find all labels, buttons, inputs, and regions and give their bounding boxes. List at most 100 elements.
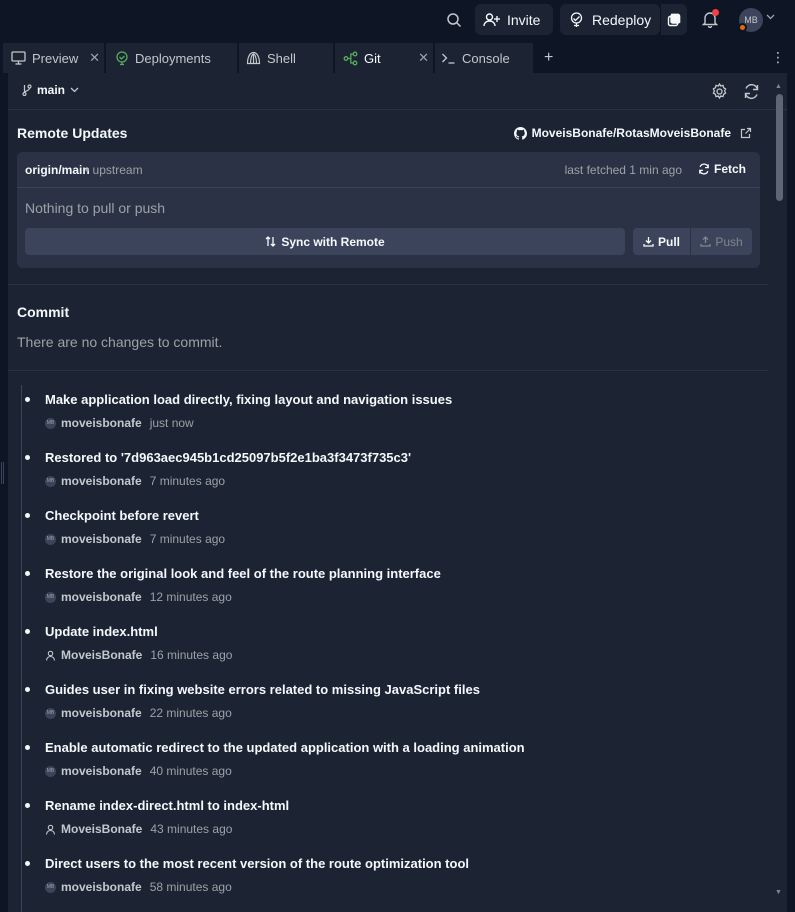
add-tab-icon[interactable]: + [544, 49, 553, 67]
commit-dot [25, 397, 30, 402]
invite-button[interactable]: Invite [475, 4, 553, 35]
git-icon [343, 51, 358, 66]
commit-item[interactable]: Update index.html MoveisBonafe 16 minutes … [8, 619, 768, 669]
commit-item[interactable]: Make application load directly, fixing l… [8, 387, 768, 437]
user-icon [45, 824, 56, 835]
commit-time: 43 minutes ago [150, 822, 233, 836]
author-avatar: MB [45, 765, 56, 777]
commit-dot [25, 745, 30, 750]
commit-time: 40 minutes ago [149, 764, 232, 778]
commit-item[interactable]: Restored to '7d963aec945b1cd25097b5f2e1b… [8, 445, 768, 495]
commit-dot [25, 861, 30, 866]
fetch-button[interactable]: Fetch [698, 162, 746, 176]
repo-name: MoveisBonafe/RotasMoveisBonafe [531, 126, 731, 140]
shell-icon [246, 51, 261, 65]
chevron-down-icon[interactable] [766, 14, 775, 20]
tab-console[interactable]: Console [435, 43, 534, 73]
redeploy-button[interactable]: Redeploy [560, 4, 660, 35]
author-avatar: MB [45, 417, 56, 429]
author-avatar: MB [45, 475, 56, 487]
commit-time: just now [149, 416, 194, 430]
commit-time: 12 minutes ago [149, 590, 232, 604]
download-icon [643, 236, 654, 247]
pull-label: Pull [657, 234, 680, 249]
tab-preview[interactable]: Preview ✕ [3, 43, 105, 73]
chevron-down-icon [70, 87, 79, 93]
commit-meta: MB moveisbonafe 40 minutes ago [45, 764, 232, 778]
sync-label: Sync with Remote [281, 234, 385, 249]
branch-name: main [37, 83, 66, 97]
close-icon[interactable]: ✕ [89, 50, 100, 66]
repo-link[interactable]: MoveisBonafe/RotasMoveisBonafe [513, 126, 752, 140]
upstream-label: • upstream [85, 163, 143, 177]
scrollbar-thumb[interactable] [776, 94, 783, 201]
refresh-icon[interactable] [743, 83, 760, 100]
commit-author: MoveisBonafe [61, 822, 143, 836]
tab-bar: Preview ✕ Deployments Shell Git ✕ Consol… [3, 43, 795, 73]
scrollbar[interactable]: ▲ ▼ [775, 83, 783, 898]
commit-item[interactable]: Guides user in fixing website errors rel… [8, 677, 768, 727]
author-avatar: MB [45, 591, 56, 603]
search-icon[interactable] [441, 7, 467, 33]
commit-item[interactable]: Direct users to the most recent version … [8, 851, 768, 901]
commit-message: Enable automatic redirect to the updated… [45, 740, 525, 755]
top-bar: Invite Redeploy MB [0, 0, 795, 40]
remote-updates-title: Remote Updates [17, 125, 128, 141]
remote-branch: origin/main [25, 163, 90, 177]
commit-time: 7 minutes ago [149, 532, 226, 546]
sync-arrows-icon [265, 236, 276, 247]
scroll-up-arrow-icon[interactable]: ▲ [775, 83, 782, 90]
refresh-icon [698, 163, 710, 175]
tab-deployments[interactable]: Deployments [106, 43, 238, 73]
commit-author: MoveisBonafe [61, 648, 143, 662]
deploy-icon [115, 50, 129, 66]
commit-meta: MB moveisbonafe 7 minutes ago [45, 474, 225, 488]
monitor-icon [11, 51, 26, 65]
notifications-button[interactable] [698, 7, 722, 31]
tab-shell[interactable]: Shell [239, 43, 334, 73]
deploy-icon [569, 11, 584, 28]
sync-with-remote-button[interactable]: Sync with Remote [25, 228, 625, 255]
commit-author: moveisbonafe [61, 880, 142, 894]
resize-handle[interactable] [1, 462, 4, 484]
commit-title: Commit [17, 304, 70, 320]
commit-message: Restored to '7d963aec945b1cd25097b5f2e1b… [45, 450, 412, 465]
close-icon[interactable]: ✕ [418, 50, 429, 66]
commit-message: Direct users to the most recent version … [45, 856, 469, 871]
commit-item[interactable]: Rename index-direct.html to index-html Mo… [8, 793, 768, 843]
commit-message: Update index.html [45, 624, 158, 639]
commit-dot [25, 803, 30, 808]
commit-author: moveisbonafe [61, 764, 142, 778]
commit-meta: MoveisBonafe 43 minutes ago [45, 822, 232, 836]
remote-header: origin/main • upstream last fetched 1 mi… [17, 152, 760, 188]
commit-message: Checkpoint before revert [45, 508, 199, 523]
last-fetched: last fetched 1 min ago [564, 163, 682, 177]
push-label: Push [715, 234, 743, 249]
commit-item[interactable]: Restore the original look and feel of th… [8, 561, 768, 611]
branch-icon [22, 84, 32, 96]
tab-deployments-label: Deployments [135, 50, 211, 66]
commit-time: 16 minutes ago [150, 648, 233, 662]
tab-preview-label: Preview [32, 50, 79, 66]
author-avatar: MB [45, 707, 56, 719]
gear-icon[interactable] [711, 83, 728, 100]
notification-badge [712, 9, 719, 16]
more-vertical-icon[interactable]: ⋮ [771, 49, 785, 66]
push-button[interactable]: Push [691, 228, 752, 255]
commit-item[interactable]: Checkpoint before revert MB moveisbonafe 7 … [8, 503, 768, 553]
invite-label: Invite [507, 11, 541, 28]
commit-meta: MB moveisbonafe 7 minutes ago [45, 532, 225, 546]
tab-git[interactable]: Git ✕ [335, 43, 434, 73]
commit-message: Rename index-direct.html to index-html [45, 798, 290, 813]
commit-time: 58 minutes ago [149, 880, 232, 894]
scroll-down-arrow-icon[interactable]: ▼ [775, 889, 782, 896]
author-avatar: MB [45, 533, 56, 545]
commit-meta: MB moveisbonafe just now [45, 416, 194, 430]
redeploy-options-button[interactable] [661, 4, 687, 35]
commit-dot [25, 455, 30, 460]
commit-item[interactable]: Enable automatic redirect to the updated… [8, 735, 768, 785]
branch-selector[interactable]: main [22, 83, 79, 97]
pull-button[interactable]: Pull [633, 228, 690, 255]
git-panel: main Remote Updates MoveisBonafe/RotasMo… [8, 73, 787, 912]
commit-dot [25, 687, 30, 692]
